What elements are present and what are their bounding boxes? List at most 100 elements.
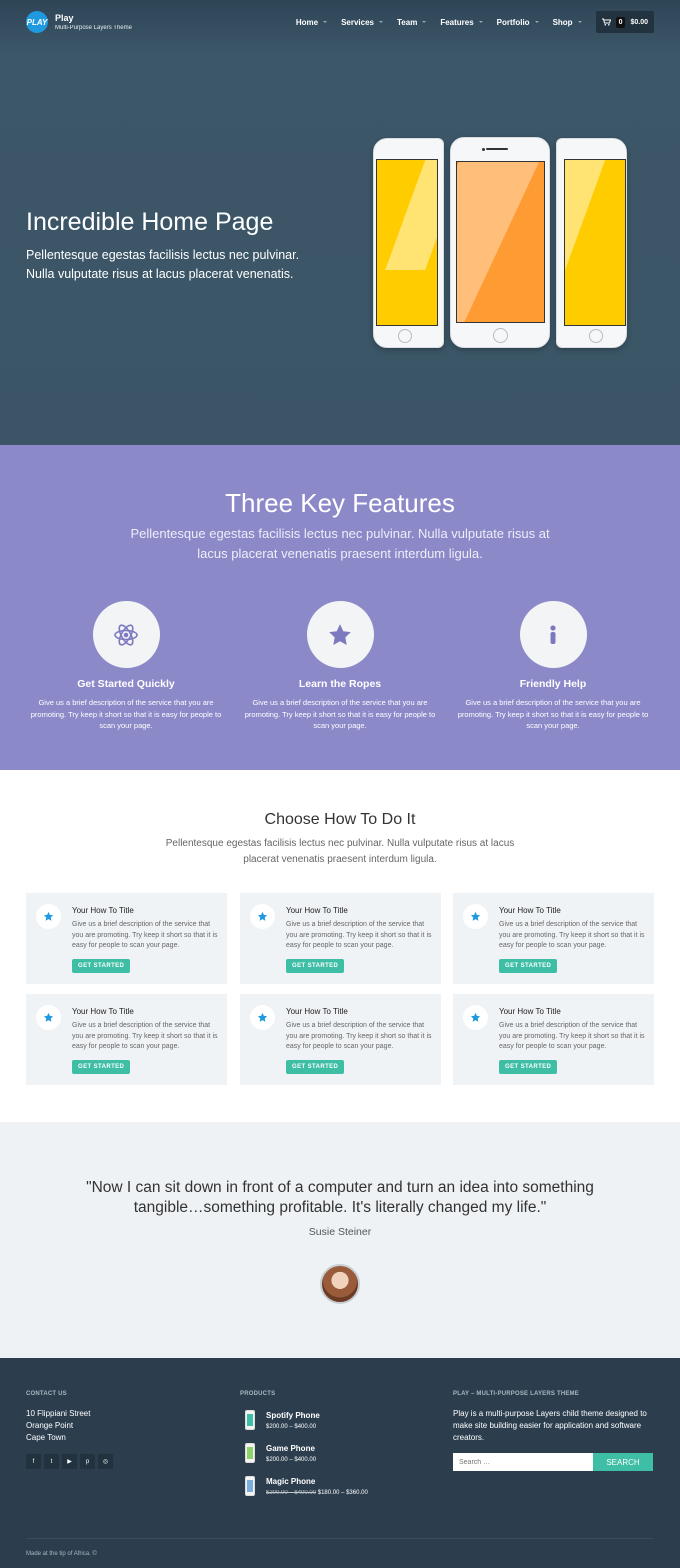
features-title: Three Key Features (225, 488, 455, 518)
address-line: Orange Point (26, 1421, 74, 1430)
product-price: $200.00 – $400.00 (266, 1457, 317, 1463)
get-started-button[interactable]: GET STARTED (286, 959, 345, 973)
youtube-icon[interactable]: ▶ (62, 1454, 77, 1469)
about-heading: PLAY – MULTI-PURPOSE LAYERS THEME (453, 1391, 579, 1397)
howto-card: Your How To Title Give us a brief descri… (453, 893, 654, 984)
feature-friendly-help: Friendly Help Give us a brief descriptio… (453, 601, 653, 732)
card-desc: Give us a brief description of the servi… (72, 921, 218, 949)
nav-item-shop[interactable]: Shop (553, 18, 582, 27)
features-subtitle: Pellentesque egestas facilisis lectus ne… (130, 526, 550, 561)
contact-address: 10 Flippiani Street Orange Point Cape To… (26, 1408, 90, 1444)
phone-image-center (450, 137, 550, 348)
feature-learn-ropes: Learn the Ropes Give us a brief descript… (240, 601, 440, 732)
howto-subtitle: Pellentesque egestas facilisis lectus ne… (165, 838, 515, 865)
get-started-button[interactable]: GET STARTED (499, 959, 558, 973)
star-icon (43, 1012, 54, 1022)
logo-badge[interactable]: PLAY (26, 11, 48, 33)
feature-title: Friendly Help (519, 678, 587, 690)
chevron-down-icon (577, 21, 582, 23)
copyright: Made at the tip of Africa. © (26, 1551, 97, 1557)
feature-icon-circle (92, 601, 160, 668)
star-icon (257, 1012, 268, 1022)
avatar (320, 1264, 360, 1304)
hero-subtitle: Pellentesque egestas facilisis lectus ne… (26, 248, 300, 281)
product-old-price: $200.00 – $400.00 (266, 1490, 317, 1496)
testimonial-author: Susie Steiner (308, 1226, 372, 1238)
nav-item-services[interactable]: Services (341, 18, 383, 27)
address-line: Cape Town (26, 1433, 66, 1442)
hero-title: Incredible Home Page (26, 208, 274, 236)
footer-divider (26, 1538, 654, 1539)
products-heading: PRODUCTS (240, 1391, 276, 1397)
chevron-down-icon (534, 21, 539, 23)
feature-desc: Give us a brief description of the servi… (457, 698, 649, 730)
address-line: 10 Flippiani Street (26, 1409, 91, 1418)
brand-name: Play (55, 13, 74, 23)
brand-tagline: Multi-Purpose Layers Theme (55, 25, 132, 31)
feature-desc: Give us a brief description of the servi… (30, 698, 222, 730)
phone-screen (564, 159, 626, 326)
card-title: Your How To Title (286, 906, 348, 915)
pinterest-icon[interactable]: p (80, 1454, 95, 1469)
nav-item-team[interactable]: Team (397, 18, 427, 27)
star-icon (470, 911, 481, 921)
card-icon-circle (463, 1005, 488, 1030)
card-title: Your How To Title (286, 1007, 348, 1016)
card-desc: Give us a brief description of the servi… (499, 921, 645, 949)
search-form: SEARCH (453, 1453, 653, 1471)
product-thumbnail (245, 1476, 255, 1496)
card-icon-circle (250, 904, 275, 929)
get-started-button[interactable]: GET STARTED (499, 1060, 558, 1074)
cart-total: $0.00 (630, 18, 648, 26)
product-sale-price: $180.00 – $360.00 (317, 1490, 368, 1496)
hero-section: PLAY Play Multi-Purpose Layers Theme Hom… (0, 0, 680, 445)
card-title: Your How To Title (499, 1007, 561, 1016)
howto-card: Your How To Title Give us a brief descri… (26, 893, 227, 984)
get-started-button[interactable]: GET STARTED (72, 959, 131, 973)
testimonial-quote: "Now I can sit down in front of a comput… (86, 1179, 594, 1216)
product-name[interactable]: Magic Phone (266, 1477, 315, 1486)
chevron-down-icon (422, 21, 427, 23)
nav-label: Portfolio (496, 17, 530, 27)
product-name[interactable]: Spotify Phone (266, 1411, 320, 1420)
features-section: Three Key Features Pellentesque egestas … (0, 445, 680, 770)
get-started-button[interactable]: GET STARTED (286, 1060, 345, 1074)
product-name[interactable]: Game Phone (266, 1444, 315, 1453)
star-icon (470, 1012, 481, 1022)
chevron-down-icon (478, 21, 483, 23)
nav-item-portfolio[interactable]: Portfolio (497, 18, 539, 27)
search-input[interactable] (453, 1453, 593, 1471)
card-icon-circle (36, 1005, 61, 1030)
search-button[interactable]: SEARCH (593, 1453, 653, 1471)
feature-icon-circle (519, 601, 587, 668)
nav-label: Services (341, 17, 374, 27)
card-icon-circle (250, 1005, 275, 1030)
star-icon (329, 623, 351, 645)
star-icon (257, 911, 268, 921)
twitter-icon[interactable]: t (44, 1454, 59, 1469)
howto-title: Choose How To Do It (264, 811, 416, 828)
howto-section: Choose How To Do It Pellentesque egestas… (0, 770, 680, 1122)
nav-item-features[interactable]: Features (440, 18, 483, 27)
chevron-down-icon (379, 21, 383, 23)
testimonial-section: "Now I can sit down in front of a comput… (0, 1122, 680, 1358)
product-price: $200.00 – $400.00 $180.00 – $360.00 (266, 1490, 368, 1496)
feature-title: Get Started Quickly (77, 678, 175, 690)
card-desc: Give us a brief description of the servi… (499, 1022, 645, 1050)
facebook-icon[interactable]: f (26, 1454, 41, 1469)
feature-get-started: Get Started Quickly Give us a brief desc… (26, 601, 226, 732)
top-nav: PLAY Play Multi-Purpose Layers Theme Hom… (0, 0, 680, 44)
cart-icon (601, 18, 611, 26)
feature-desc: Give us a brief description of the servi… (244, 698, 436, 730)
brand[interactable]: Play Multi-Purpose Layers Theme (55, 12, 132, 32)
cart-button[interactable]: 0 $0.00 (595, 11, 654, 33)
about-text: Play is a multi-purpose Layers child the… (453, 1409, 647, 1442)
get-started-button[interactable]: GET STARTED (72, 1060, 131, 1074)
nav-item-home[interactable]: Home (296, 18, 328, 27)
feature-title: Learn the Ropes (298, 678, 382, 690)
feature-icon-circle (306, 601, 374, 668)
dribbble-icon[interactable]: ◎ (98, 1454, 113, 1469)
product-price: $200.00 – $400.00 (266, 1424, 317, 1430)
howto-card: Your How To Title Give us a brief descri… (240, 994, 441, 1085)
card-title: Your How To Title (72, 1007, 134, 1016)
